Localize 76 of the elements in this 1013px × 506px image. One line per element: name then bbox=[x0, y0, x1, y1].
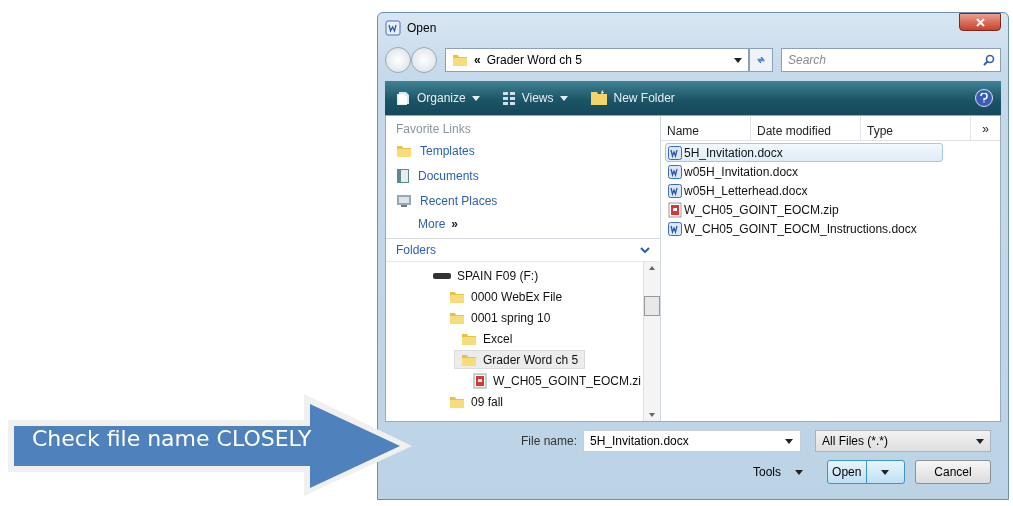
file-item[interactable]: w05H_Letterhead.docx bbox=[665, 181, 943, 200]
word-document-icon bbox=[668, 221, 682, 236]
close-icon bbox=[975, 17, 985, 27]
folder-icon bbox=[449, 394, 465, 409]
column-header[interactable]: Name bbox=[661, 116, 751, 140]
word-app-icon bbox=[385, 20, 401, 36]
recent-places-icon bbox=[396, 194, 412, 208]
open-button[interactable]: Open bbox=[827, 460, 905, 484]
search-icon bbox=[983, 54, 995, 66]
file-item[interactable]: w05H_Invitation.docx bbox=[665, 162, 943, 181]
help-icon[interactable] bbox=[975, 89, 993, 107]
documents-icon bbox=[396, 168, 410, 184]
folder-tree-item[interactable]: 0000 WebEx File bbox=[442, 287, 570, 306]
scrollbar-thumb[interactable] bbox=[644, 296, 660, 316]
word-document-icon bbox=[668, 164, 682, 179]
column-header[interactable]: Type bbox=[861, 116, 971, 140]
column-header[interactable]: Date modified bbox=[751, 116, 861, 140]
views-icon bbox=[501, 91, 516, 105]
window-title: Open bbox=[407, 21, 437, 35]
caret-icon bbox=[785, 439, 793, 444]
file-name-field[interactable]: 5H_Invitation.docx bbox=[583, 430, 801, 452]
toolbar-button[interactable]: New Folder bbox=[585, 88, 679, 108]
back-button[interactable] bbox=[385, 47, 411, 73]
folder-tree-item[interactable]: Excel bbox=[454, 329, 520, 348]
word-document-icon bbox=[668, 145, 682, 160]
refresh-icon bbox=[756, 54, 766, 66]
refresh-button[interactable] bbox=[749, 48, 773, 72]
file-name-label: File name: bbox=[520, 434, 577, 448]
file-item[interactable]: W_CH05_GOINT_EOCM.zip bbox=[665, 200, 943, 219]
file-type-dropdown[interactable]: All Files (*.*) bbox=[815, 430, 991, 452]
scroll-up-icon[interactable] bbox=[649, 266, 655, 270]
forward-button[interactable] bbox=[411, 47, 437, 73]
word-document-icon bbox=[668, 183, 682, 198]
more-columns[interactable]: » bbox=[971, 116, 1000, 140]
more-link[interactable]: More » bbox=[396, 216, 650, 232]
pages-icon bbox=[397, 91, 411, 105]
drive-icon bbox=[433, 272, 451, 279]
dropdown-caret-icon bbox=[734, 57, 742, 63]
toolbar-button[interactable]: Views bbox=[497, 89, 572, 107]
file-item[interactable]: W_CH05_GOINT_EOCM_Instructions.docx bbox=[665, 219, 943, 238]
favorite-links-heading: Favorite Links bbox=[396, 122, 472, 136]
folder-tree-item[interactable]: 09 fall bbox=[442, 392, 511, 411]
favorite-link[interactable]: Documents bbox=[396, 166, 650, 186]
folder-icon bbox=[452, 53, 468, 67]
folder-icon bbox=[461, 331, 477, 346]
folder-tree-item[interactable]: 0001 spring 10 bbox=[442, 308, 558, 327]
folder-tree-item[interactable]: SPAIN F09 (F:) bbox=[426, 266, 546, 285]
zip-file-icon bbox=[668, 201, 682, 218]
search-field[interactable]: Search bbox=[781, 48, 1001, 72]
cancel-button[interactable]: Cancel bbox=[915, 460, 991, 484]
callout-text: Check file name CLOSELY bbox=[32, 426, 312, 451]
zip-file-icon bbox=[473, 372, 487, 389]
file-item[interactable]: 5H_Invitation.docx bbox=[665, 143, 943, 162]
toolbar-button[interactable]: Organize bbox=[393, 89, 484, 107]
folder-tree-item[interactable]: Grader Word ch 5 bbox=[454, 350, 586, 369]
close-button[interactable] bbox=[959, 13, 1001, 31]
folders-header[interactable]: Folders bbox=[386, 238, 660, 262]
caret-icon bbox=[471, 95, 480, 101]
caret-icon bbox=[881, 469, 890, 475]
breadcrumb-overflow: « bbox=[474, 53, 481, 67]
caret-icon bbox=[795, 469, 803, 475]
new-folder-icon bbox=[589, 90, 608, 106]
tools-button[interactable]: Tools bbox=[747, 464, 809, 480]
address-bar[interactable]: « Grader Word ch 5 bbox=[445, 48, 749, 72]
breadcrumb-item: Grader Word ch 5 bbox=[486, 53, 583, 67]
folder-icon bbox=[449, 310, 465, 325]
caret-icon bbox=[559, 95, 568, 101]
favorite-link[interactable]: Templates bbox=[396, 142, 650, 160]
folder-icon bbox=[449, 289, 465, 304]
folder-icon bbox=[396, 144, 412, 158]
chevron-down-icon bbox=[640, 247, 650, 253]
favorite-link[interactable]: Recent Places bbox=[396, 192, 650, 210]
caret-icon bbox=[976, 438, 984, 444]
scroll-down-icon[interactable] bbox=[649, 413, 655, 417]
scrollbar[interactable] bbox=[643, 262, 660, 421]
folder-icon bbox=[461, 352, 477, 367]
